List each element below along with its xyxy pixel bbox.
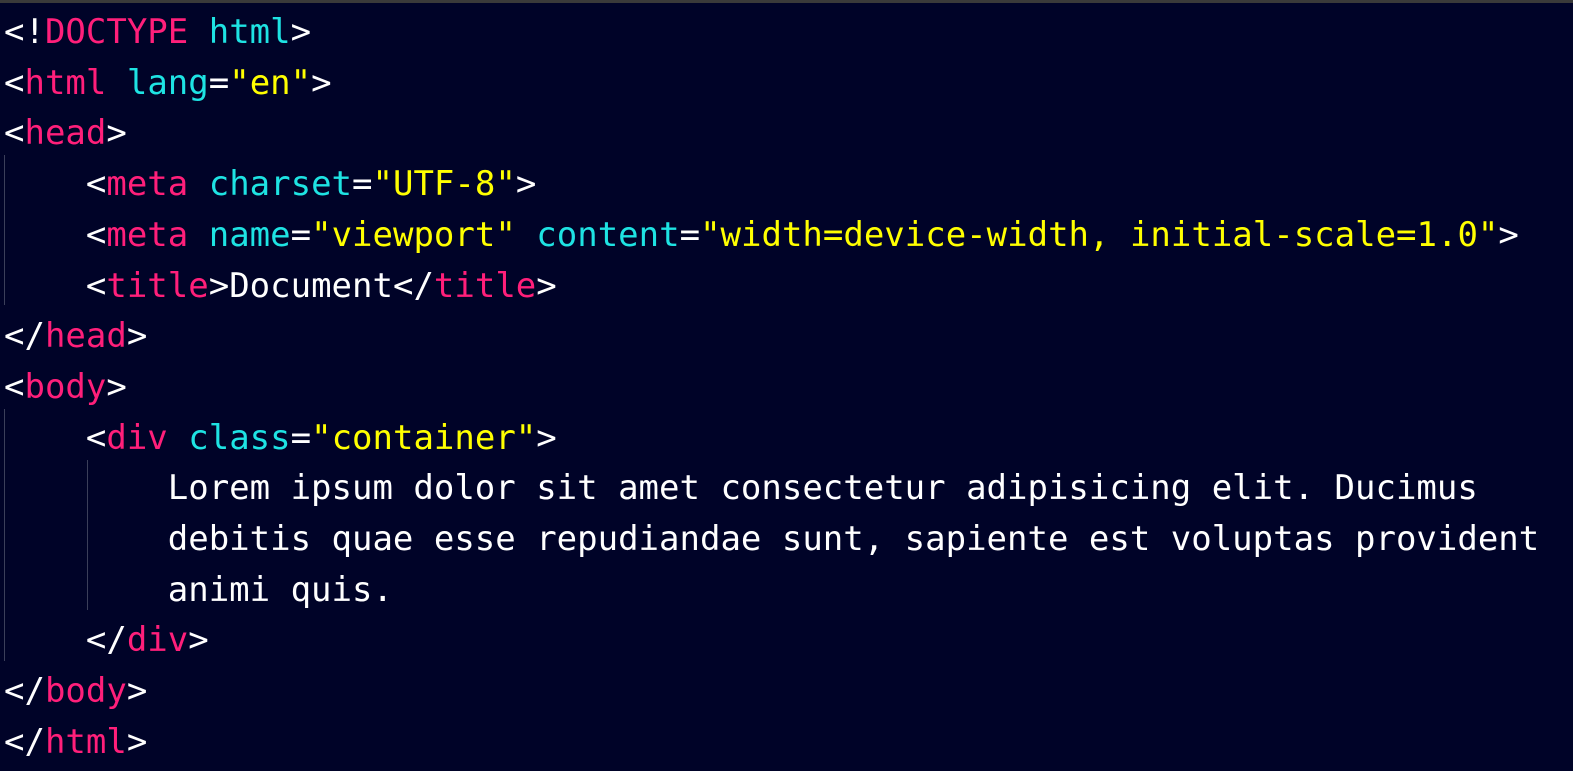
code-token: < <box>4 366 25 407</box>
code-token: > <box>515 164 537 205</box>
code-line-5: <meta name="viewport" content="width=dev… <box>4 210 1519 261</box>
code-token: Lorem ipsum dolor sit amet consectetur a… <box>4 468 1478 509</box>
code-token: "width=device-width, initial-scale=1.0" <box>700 214 1499 255</box>
code-token: title <box>106 265 209 306</box>
code-token: html <box>208 12 291 52</box>
code-token: = <box>679 214 701 255</box>
code-token: DOCTYPE <box>44 12 189 52</box>
code-token: body <box>44 671 127 712</box>
code-token: > <box>126 671 148 712</box>
code-token: head <box>44 316 127 357</box>
code-token: Document <box>229 265 393 306</box>
code-token: title <box>433 265 537 306</box>
code-token: </ <box>392 265 434 306</box>
code-token: </ <box>4 721 45 762</box>
code-token: > <box>106 366 127 407</box>
code-line-9: <div class="container"> <box>4 413 557 464</box>
code-token: > <box>290 12 312 52</box>
code-token: content <box>536 214 680 255</box>
code-editor[interactable]: <!DOCTYPE html> <html lang="en"> <head> <m… <box>0 0 1573 771</box>
code-token: > <box>126 721 148 762</box>
code-token: < <box>4 265 107 306</box>
code-token: "container" <box>311 417 537 458</box>
code-token: </ <box>4 620 127 661</box>
code-token: </ <box>4 316 45 357</box>
code-token: debitis quae esse repudiandae sunt, sapi… <box>4 519 1540 559</box>
code-token: > <box>311 62 332 103</box>
code-token: meta <box>106 164 189 205</box>
code-token: "UTF-8" <box>372 164 516 205</box>
code-token: > <box>126 316 148 357</box>
code-line-10: Lorem ipsum dolor sit amet consectetur a… <box>4 463 1478 514</box>
code-token: class <box>188 417 291 458</box>
code-token: < <box>4 417 107 458</box>
code-token: = <box>208 62 230 103</box>
code-token: = <box>290 417 312 458</box>
code-token: = <box>352 164 373 205</box>
code-token: animi quis. <box>4 569 393 610</box>
code-line-8: <body> <box>4 362 127 413</box>
code-token: < <box>4 214 107 255</box>
code-line-15: </html> <box>4 717 147 768</box>
code-token: lang <box>126 62 209 103</box>
code-token: < <box>4 62 25 103</box>
code-token: </ <box>4 671 45 712</box>
code-token: "en" <box>229 62 312 103</box>
code-token: > <box>536 265 557 306</box>
code-token: html <box>24 62 107 103</box>
code-token: > <box>106 113 127 154</box>
code-line-14: </body> <box>4 666 147 717</box>
code-line-6: <title>Document</title> <box>4 261 557 312</box>
code-token: body <box>24 366 107 407</box>
code-token: name <box>208 214 291 255</box>
code-token: = <box>290 214 312 255</box>
code-token: "viewport" <box>311 214 516 255</box>
code-token: charset <box>208 164 353 205</box>
code-token: div <box>126 620 189 661</box>
code-token: > <box>536 417 557 458</box>
code-line-1: <!DOCTYPE html> <box>4 7 311 58</box>
code-token: meta <box>106 214 189 255</box>
code-token: head <box>24 113 107 154</box>
code-token: <! <box>4 12 45 52</box>
code-line-12: animi quis. <box>4 565 393 616</box>
code-line-13: </div> <box>4 615 209 666</box>
code-token: < <box>4 164 107 205</box>
code-token: > <box>1498 214 1519 255</box>
code-line-4: <meta charset="UTF-8"> <box>4 159 536 210</box>
code-token: > <box>188 620 209 661</box>
code-line-7: </head> <box>4 311 147 362</box>
code-token: html <box>44 721 127 762</box>
code-token: div <box>106 417 168 458</box>
code-line-3: <head> <box>4 108 127 159</box>
code-line-2: <html lang="en"> <box>4 58 332 109</box>
code-line-11: debitis quae esse repudiandae sunt, sapi… <box>4 514 1539 565</box>
code-token: > <box>208 265 230 306</box>
code-token: < <box>4 113 25 154</box>
